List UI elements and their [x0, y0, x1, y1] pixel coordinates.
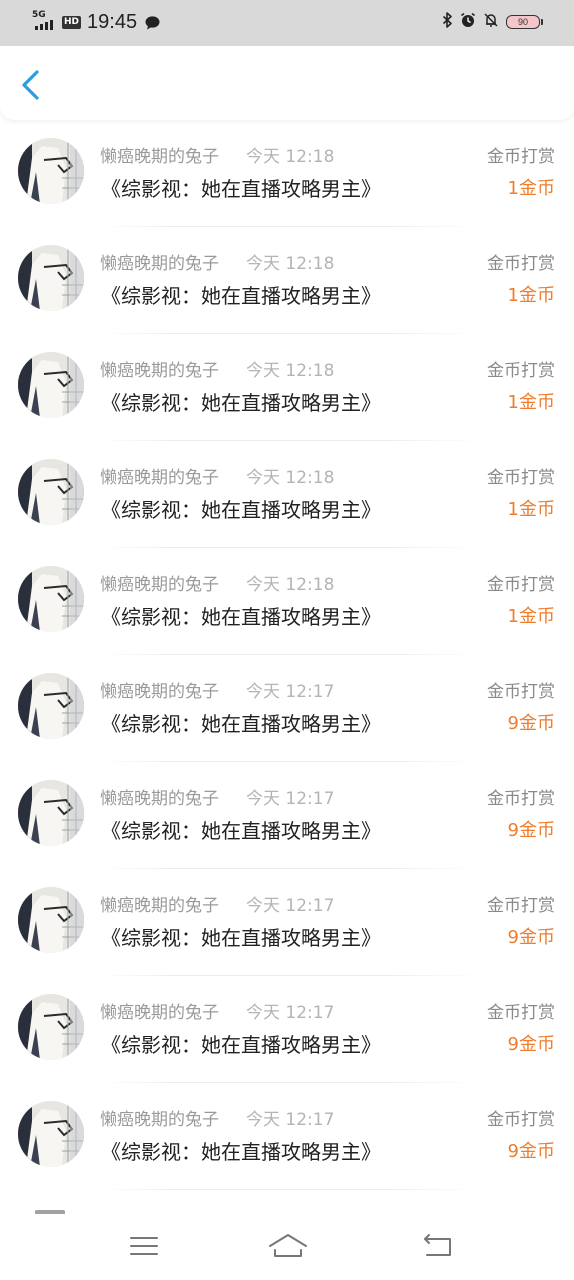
book-title[interactable]: 《综影视：她在直播攻略男主》 [101, 925, 381, 951]
system-nav-bar [0, 1214, 574, 1280]
reward-type: 金币打赏 [487, 361, 555, 381]
timestamp: 今天 12:17 [246, 682, 335, 702]
book-title[interactable]: 《综影视：她在直播攻略男主》 [101, 711, 381, 737]
timestamp: 今天 12:18 [246, 468, 335, 488]
user-name: 懒癌晚期的兔子 [100, 1110, 219, 1130]
list-item[interactable]: 懒癌晚期的兔子 今天 12:17 《综影视：她在直播攻略男主》 金币打赏 9金币 [0, 655, 574, 762]
timestamp: 今天 12:18 [246, 575, 335, 595]
bluetooth-icon [442, 12, 453, 32]
reward-type: 金币打赏 [487, 1003, 555, 1023]
back-button[interactable] [12, 64, 52, 104]
user-name: 懒癌晚期的兔子 [100, 1003, 219, 1023]
reward-type: 金币打赏 [487, 789, 555, 809]
user-name: 懒癌晚期的兔子 [100, 147, 219, 167]
clock: 19:45 [87, 10, 138, 33]
avatar[interactable] [18, 887, 84, 953]
status-right: 90 [442, 12, 543, 32]
back-nav-button[interactable] [418, 1232, 458, 1262]
home-icon [269, 1234, 307, 1257]
book-title[interactable]: 《综影视：她在直播攻略男主》 [101, 390, 381, 416]
book-title[interactable]: 《综影视：她在直播攻略男主》 [101, 1139, 381, 1165]
reward-type: 金币打赏 [487, 896, 555, 916]
user-name: 懒癌晚期的兔子 [100, 575, 219, 595]
list-item[interactable]: 懒癌晚期的兔子 今天 12:17 《综影视：她在直播攻略男主》 金币打赏 9金币 [0, 869, 574, 976]
timestamp: 今天 12:17 [246, 1110, 335, 1130]
book-title[interactable]: 《综影视：她在直播攻略男主》 [101, 283, 381, 309]
header-bar [0, 46, 574, 120]
hd-badge: HD [62, 15, 82, 29]
list-item[interactable]: 懒癌晚期的兔子 今天 12:18 《综影视：她在直播攻略男主》 金币打赏 1金币 [0, 441, 574, 548]
reward-amount: 1金币 [507, 499, 555, 520]
avatar[interactable] [18, 780, 84, 846]
avatar[interactable] [18, 673, 84, 739]
reward-type: 金币打赏 [487, 468, 555, 488]
book-title[interactable]: 《综影视：她在直播攻略男主》 [101, 176, 381, 202]
reward-amount: 9金币 [507, 1034, 555, 1055]
reward-type: 金币打赏 [487, 254, 555, 274]
user-name: 懒癌晚期的兔子 [100, 254, 219, 274]
reward-amount: 9金币 [507, 820, 555, 841]
battery-indicator: 90 [506, 15, 543, 29]
divider [100, 1189, 480, 1190]
reward-amount: 9金币 [507, 713, 555, 734]
network-type: 5G [32, 10, 46, 20]
timestamp: 今天 12:17 [246, 789, 335, 809]
book-title[interactable]: 《综影视：她在直播攻略男主》 [101, 497, 381, 523]
user-name: 懒癌晚期的兔子 [100, 361, 219, 381]
back-icon [424, 1234, 451, 1256]
status-bar: 5G HD 19:45 90 [0, 0, 574, 46]
avatar[interactable] [18, 138, 84, 204]
status-left: 5G HD 19:45 [32, 10, 160, 34]
timestamp: 今天 12:18 [246, 254, 335, 274]
signal-icon: 5G [32, 11, 60, 33]
timestamp: 今天 12:17 [246, 1003, 335, 1023]
user-name: 懒癌晚期的兔子 [100, 896, 219, 916]
reward-type: 金币打赏 [487, 147, 555, 167]
reward-amount: 1金币 [507, 606, 555, 627]
alarm-icon [460, 12, 476, 32]
user-name: 懒癌晚期的兔子 [100, 682, 219, 702]
list-item[interactable]: 懒癌晚期的兔子 今天 12:18 《综影视：她在直播攻略男主》 金币打赏 1金币 [0, 120, 574, 227]
list-item[interactable]: 懒癌晚期的兔子 今天 12:17 《综影视：她在直播攻略男主》 金币打赏 9金币 [0, 1083, 574, 1190]
list-item[interactable]: 懒癌晚期的兔子 今天 12:18 《综影视：她在直播攻略男主》 金币打赏 1金币 [0, 548, 574, 655]
reward-record-list: 懒癌晚期的兔子 今天 12:18 《综影视：她在直播攻略男主》 金币打赏 1金币 懒癌晚期… [0, 120, 574, 1190]
list-item[interactable]: 懒癌晚期的兔子 今天 12:17 《综影视：她在直播攻略男主》 金币打赏 9金币 [0, 976, 574, 1083]
book-title[interactable]: 《综影视：她在直播攻略男主》 [101, 604, 381, 630]
timestamp: 今天 12:18 [246, 147, 335, 167]
reward-type: 金币打赏 [487, 575, 555, 595]
reward-type: 金币打赏 [487, 1110, 555, 1130]
avatar[interactable] [18, 352, 84, 418]
avatar[interactable] [18, 459, 84, 525]
menu-icon [130, 1237, 158, 1255]
timestamp: 今天 12:17 [246, 896, 335, 916]
home-button[interactable] [266, 1232, 310, 1262]
avatar[interactable] [18, 245, 84, 311]
reward-amount: 1金币 [507, 285, 555, 306]
avatar[interactable] [18, 994, 84, 1060]
avatar[interactable] [18, 1101, 84, 1167]
chevron-left-icon [22, 70, 39, 100]
reward-amount: 1金币 [507, 178, 555, 199]
reward-amount: 1金币 [507, 392, 555, 413]
user-name: 懒癌晚期的兔子 [100, 468, 219, 488]
reward-type: 金币打赏 [487, 682, 555, 702]
mute-icon [483, 12, 499, 32]
timestamp: 今天 12:18 [246, 361, 335, 381]
book-title[interactable]: 《综影视：她在直播攻略男主》 [101, 818, 381, 844]
list-item[interactable]: 懒癌晚期的兔子 今天 12:17 《综影视：她在直播攻略男主》 金币打赏 9金币 [0, 762, 574, 869]
user-name: 懒癌晚期的兔子 [100, 789, 219, 809]
reward-amount: 9金币 [507, 927, 555, 948]
list-item[interactable]: 懒癌晚期的兔子 今天 12:18 《综影视：她在直播攻略男主》 金币打赏 1金币 [0, 227, 574, 334]
message-icon [145, 15, 160, 30]
reward-amount: 9金币 [507, 1141, 555, 1162]
book-title[interactable]: 《综影视：她在直播攻略男主》 [101, 1032, 381, 1058]
list-item[interactable]: 懒癌晚期的兔子 今天 12:18 《综影视：她在直播攻略男主》 金币打赏 1金币 [0, 334, 574, 441]
menu-button[interactable] [124, 1232, 164, 1262]
avatar[interactable] [18, 566, 84, 632]
